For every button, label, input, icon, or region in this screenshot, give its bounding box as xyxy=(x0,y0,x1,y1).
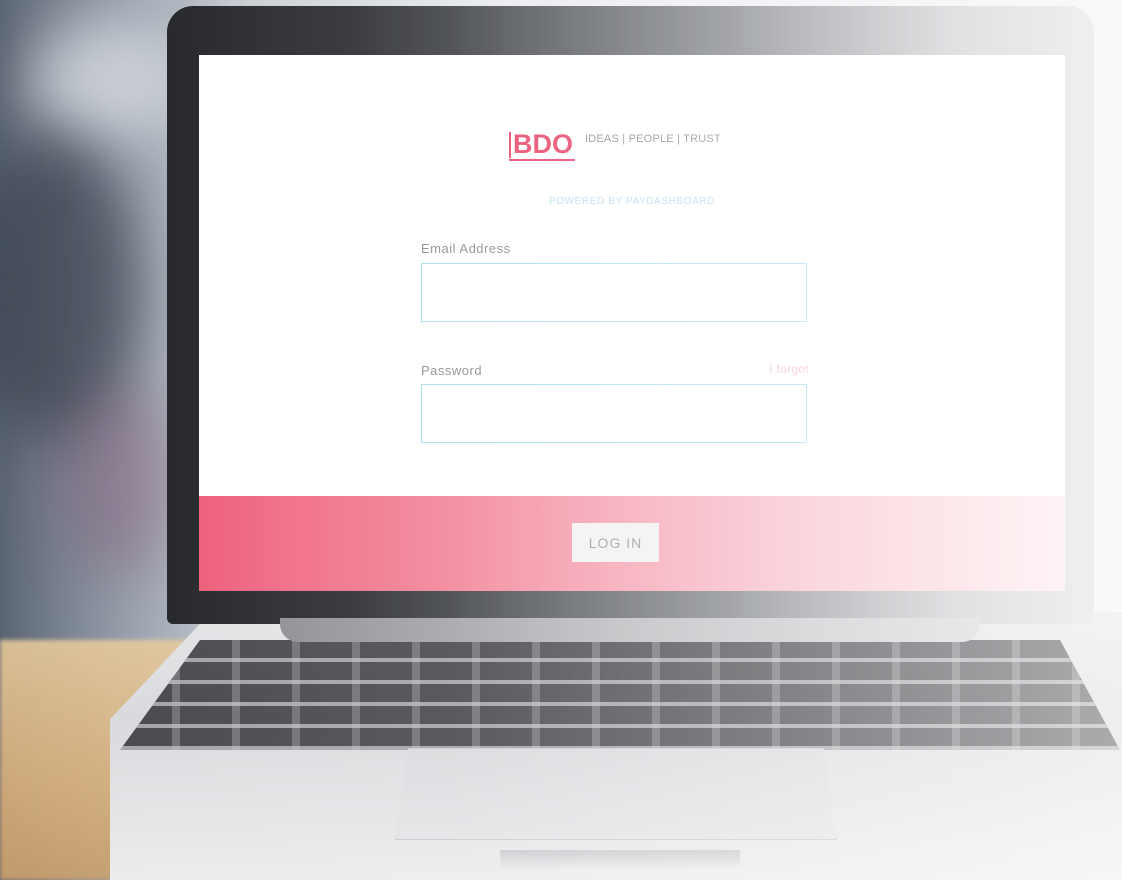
powered-by-text: POWERED BY PAYDASHBOARD xyxy=(548,196,716,207)
email-label: Email Address xyxy=(421,241,511,256)
laptop-keyboard-rows xyxy=(120,640,1120,750)
login-screen: BDO IDEAS | PEOPLE | TRUST POWERED BY PA… xyxy=(199,55,1065,591)
bdo-logo: BDO xyxy=(509,129,575,161)
login-footer-band: LOG IN xyxy=(199,496,1065,591)
login-button[interactable]: LOG IN xyxy=(572,523,659,562)
brand-header: BDO IDEAS | PEOPLE | TRUST xyxy=(509,129,721,161)
laptop-trackpad xyxy=(395,748,837,840)
laptop-hinge xyxy=(280,618,980,642)
password-field[interactable] xyxy=(421,384,807,443)
brand-tagline: IDEAS | PEOPLE | TRUST xyxy=(585,133,721,145)
email-field[interactable] xyxy=(421,263,807,322)
laptop-front-notch xyxy=(500,850,740,872)
forgot-password-link[interactable]: I forgot xyxy=(739,362,809,376)
background-blur xyxy=(60,380,180,580)
background-blur xyxy=(30,20,190,140)
password-label: Password xyxy=(421,363,483,378)
